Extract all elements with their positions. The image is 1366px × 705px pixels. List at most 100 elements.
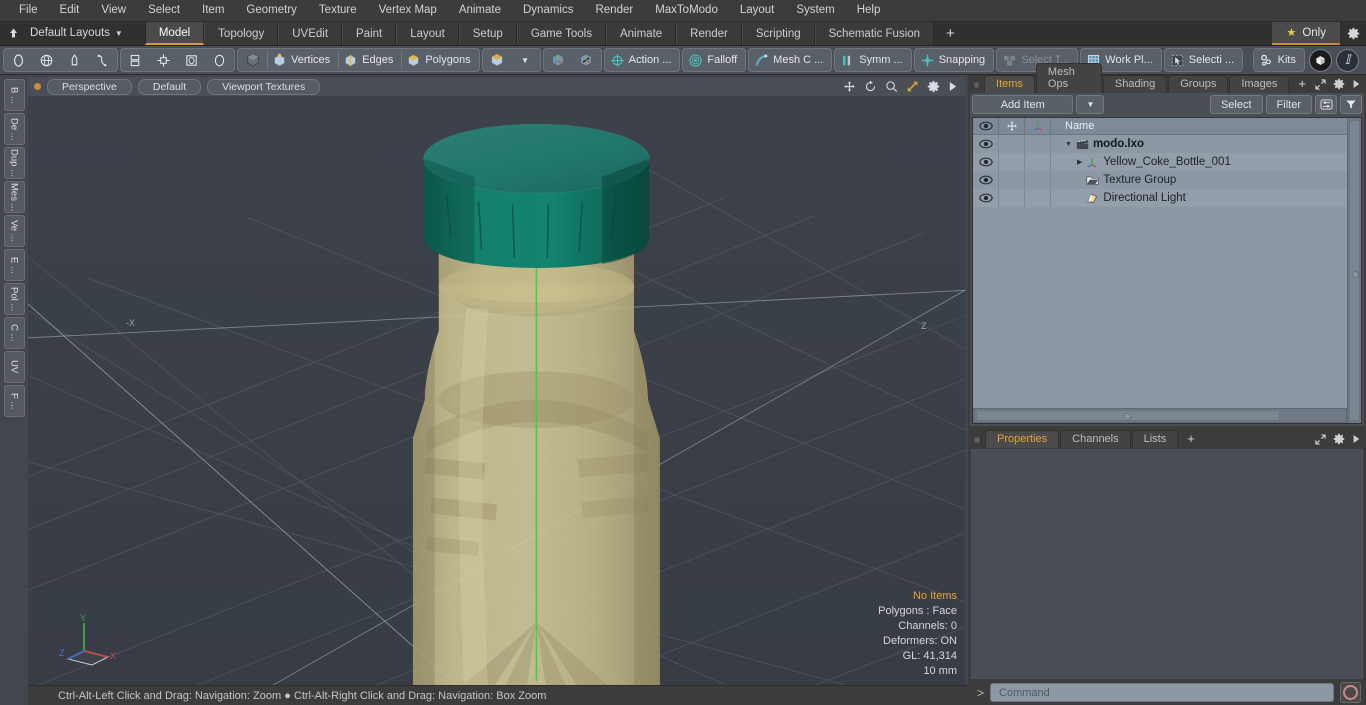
modo-cube-logo-icon[interactable]	[1309, 48, 1332, 72]
tab-mesh-ops[interactable]: Mesh Ops	[1035, 63, 1102, 93]
tab-channels[interactable]: Channels	[1060, 430, 1131, 448]
left-tab-fusion[interactable]: F ...	[3, 385, 25, 417]
menu-item-animate[interactable]: Animate	[448, 0, 512, 21]
table-row[interactable]: ▶ Directional Light	[973, 189, 1347, 207]
stack-icon[interactable]	[122, 50, 149, 70]
layout-tab-game-tools[interactable]: Game Tools	[516, 22, 606, 45]
menu-item-file[interactable]: File	[8, 0, 49, 21]
select-button[interactable]: Select	[1209, 95, 1263, 114]
gear-icon[interactable]	[1333, 433, 1345, 445]
add-panel-tab-button[interactable]: +	[1290, 76, 1314, 93]
add-item-chevron-down-icon[interactable]: ▼	[1076, 95, 1105, 114]
layout-gear-icon[interactable]	[1340, 22, 1366, 45]
viewport-3d[interactable]: Y X Z -X Z No Items Polygons : Face Chan…	[28, 96, 965, 685]
square-icon[interactable]	[178, 50, 205, 70]
add-layout-tab-button[interactable]: +	[934, 22, 967, 45]
symmetry-button[interactable]: Symm ...	[836, 50, 909, 70]
mesh-constraint-button[interactable]: Mesh C ...	[750, 50, 830, 70]
edges-mode-button[interactable]: Edges	[338, 50, 400, 70]
circle-icon[interactable]	[5, 50, 32, 70]
item-tree-vertical-scrollbar[interactable]	[1347, 118, 1361, 423]
left-tab-uv[interactable]: UV	[3, 351, 25, 383]
expand-icon[interactable]	[1315, 78, 1326, 90]
table-row[interactable]: ▼ modo.lxo	[973, 135, 1347, 153]
curve-icon[interactable]	[89, 50, 116, 70]
layout-selector[interactable]: Default Layouts ▼	[22, 22, 131, 45]
viewport-menu-dot-icon[interactable]	[34, 83, 41, 90]
funnel-icon[interactable]	[1340, 95, 1362, 114]
mode-dropdown-chevron-down-icon[interactable]: ▼	[512, 50, 539, 70]
menu-item-select[interactable]: Select	[137, 0, 191, 21]
gear-icon[interactable]	[1333, 78, 1345, 90]
selection-button[interactable]: Selecti ...	[1166, 50, 1241, 70]
layout-tab-setup[interactable]: Setup	[458, 22, 517, 45]
menu-item-help[interactable]: Help	[846, 0, 892, 21]
menu-item-render[interactable]: Render	[584, 0, 644, 21]
left-tab-curve[interactable]: C ...	[3, 317, 25, 349]
unreal-logo-icon[interactable]: 𝕀	[1336, 48, 1359, 72]
snapping-button[interactable]: Snapping	[916, 50, 993, 70]
tab-groups[interactable]: Groups	[1168, 75, 1229, 93]
axis-cube2-icon[interactable]	[573, 50, 600, 70]
play-icon[interactable]	[948, 81, 957, 92]
left-tab-polygon[interactable]: Pol ...	[3, 283, 25, 315]
only-toggle-button[interactable]: ★ Only	[1272, 22, 1340, 45]
menu-item-dynamics[interactable]: Dynamics	[512, 0, 584, 21]
row-label-texture-group[interactable]: ▶ Texture Group	[1051, 174, 1347, 186]
falloff-button[interactable]: Falloff	[684, 50, 744, 70]
menu-item-texture[interactable]: Texture	[308, 0, 368, 21]
action-center-button[interactable]: Action ...	[606, 50, 679, 70]
layout-tab-paint[interactable]: Paint	[342, 22, 397, 45]
row-label-directional-light[interactable]: ▶ Directional Light	[1051, 192, 1347, 204]
viewport-projection-selector[interactable]: Perspective	[47, 78, 132, 95]
row-label-mesh[interactable]: ▶ Yellow_Coke_Bottle_001	[1051, 156, 1347, 168]
menu-item-layout[interactable]: Layout	[729, 0, 786, 21]
left-tab-duplicate[interactable]: Dup ...	[3, 147, 25, 179]
play-icon[interactable]	[1352, 79, 1360, 89]
cube-dark-icon[interactable]	[239, 50, 266, 70]
menu-item-edit[interactable]: Edit	[49, 0, 91, 21]
add-item-button[interactable]: Add Item	[972, 95, 1074, 114]
tab-lists[interactable]: Lists	[1131, 430, 1179, 448]
menu-item-system[interactable]: System	[785, 0, 845, 21]
viewport-shading-selector[interactable]: Viewport Textures	[207, 78, 321, 95]
properties-panel-menu-dot-icon[interactable]	[974, 437, 980, 443]
pen-icon[interactable]	[61, 50, 88, 70]
layout-tab-animate[interactable]: Animate	[605, 22, 677, 45]
layout-tab-render[interactable]: Render	[676, 22, 742, 45]
expand-icon[interactable]	[1315, 433, 1326, 445]
kits-button[interactable]: Kits	[1255, 50, 1303, 70]
viewport-style-selector[interactable]: Default	[137, 78, 202, 95]
menu-item-view[interactable]: View	[90, 0, 137, 21]
command-input[interactable]: Command	[990, 683, 1334, 702]
menu-item-item[interactable]: Item	[191, 0, 235, 21]
triangle-down-icon[interactable]: ▼	[1065, 141, 1072, 148]
table-row[interactable]: ▶ Texture Group	[973, 171, 1347, 189]
center-icon[interactable]	[150, 50, 177, 70]
tab-images[interactable]: Images	[1229, 75, 1290, 93]
list-options-icon[interactable]	[1315, 95, 1337, 114]
layout-tab-schematic-fusion[interactable]: Schematic Fusion	[814, 22, 935, 45]
layout-tab-uvedit[interactable]: UVEdit	[278, 22, 343, 45]
menu-item-vertex-map[interactable]: Vertex Map	[368, 0, 448, 21]
polygons-mode-button[interactable]: Polygons	[401, 50, 477, 70]
axis-cube-icon[interactable]	[545, 50, 572, 70]
left-tab-basic[interactable]: B ...	[3, 79, 25, 111]
item-tree-horizontal-scrollbar[interactable]	[973, 408, 1347, 423]
cube-gold-icon[interactable]	[484, 50, 511, 70]
layout-tab-model[interactable]: Model	[144, 22, 205, 45]
gear-icon[interactable]	[927, 80, 940, 93]
left-tab-mesh-edit[interactable]: Mes ...	[3, 181, 25, 213]
item-tree[interactable]: Name ▼ modo.lxo ▶ Yellow_Coke_Bottle_001…	[972, 117, 1362, 424]
row-eye-icon[interactable]	[973, 171, 999, 189]
left-tab-edge[interactable]: E ...	[3, 249, 25, 281]
zoom-icon[interactable]	[885, 80, 898, 93]
properties-panel[interactable]	[970, 448, 1364, 680]
items-panel-menu-dot-icon[interactable]	[974, 82, 980, 88]
filter-button[interactable]: Filter	[1265, 95, 1312, 114]
home-icon[interactable]	[4, 25, 22, 43]
row-eye-icon[interactable]	[973, 153, 999, 171]
tab-properties[interactable]: Properties	[985, 430, 1060, 448]
ellipse-icon[interactable]	[206, 50, 233, 70]
layout-tab-scripting[interactable]: Scripting	[741, 22, 815, 45]
